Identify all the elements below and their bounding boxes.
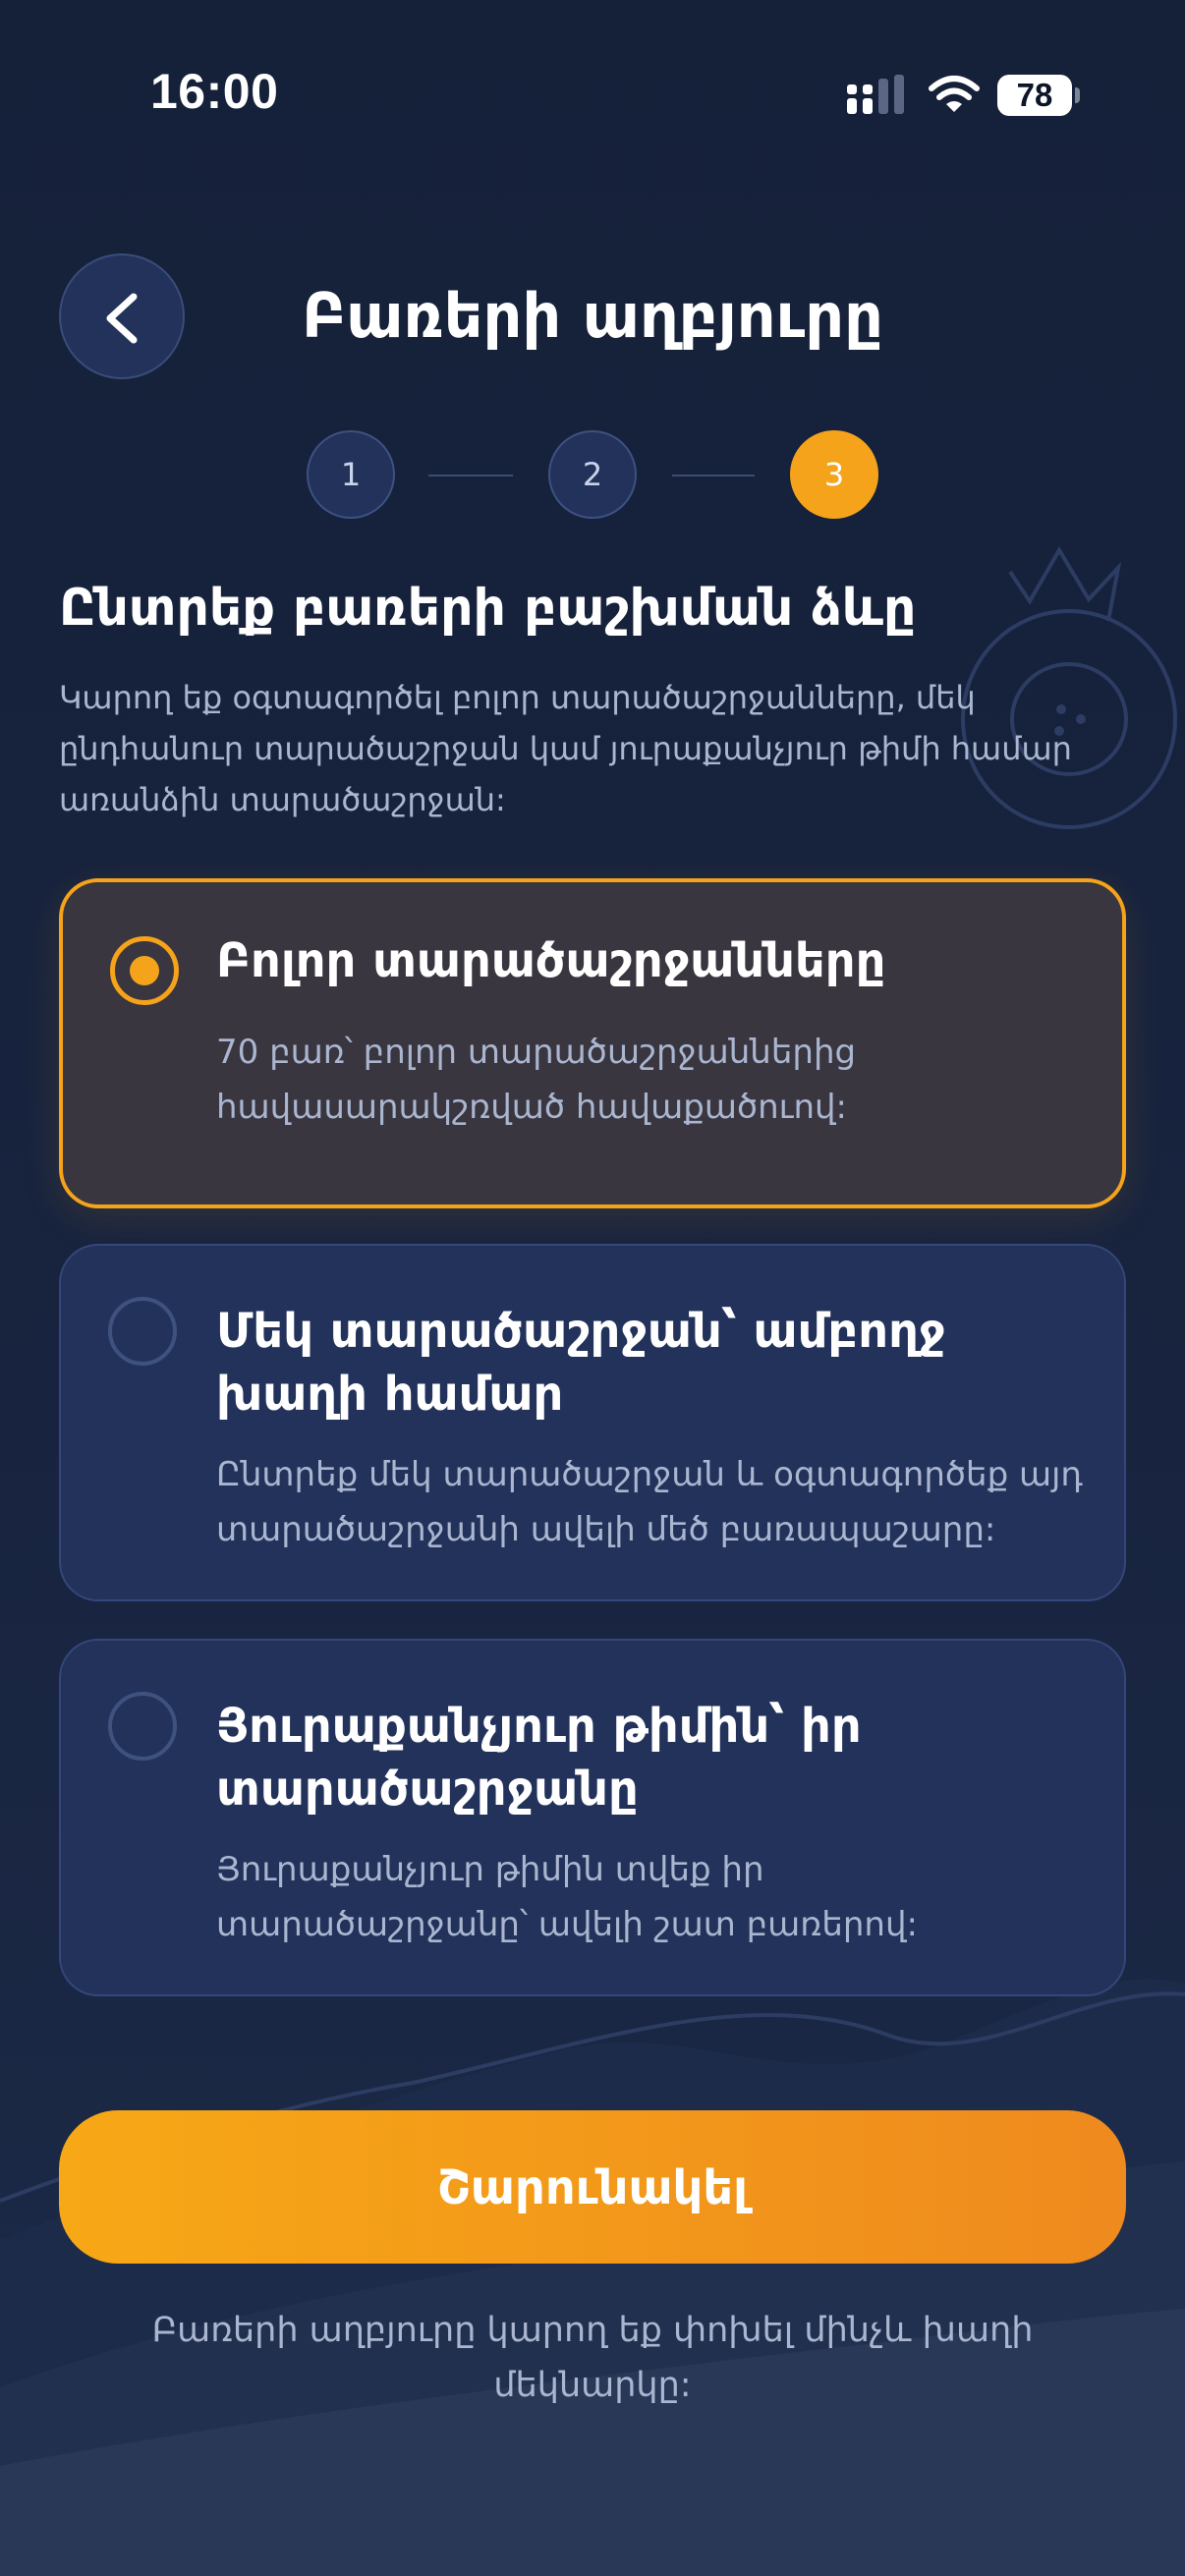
back-button[interactable] — [59, 253, 185, 379]
step-connector — [428, 475, 513, 476]
radio-button[interactable] — [108, 1297, 177, 1366]
signal-icon — [847, 75, 904, 114]
step-connector — [672, 475, 755, 476]
section-title: Ընտրեք բառերի բաշխման ձևը — [59, 579, 917, 638]
option-all-regions[interactable]: Բոլոր տարածաշրջանները 70 բառ՝ բոլոր տարա… — [59, 878, 1126, 1208]
footer-note: Բառերի աղբյուրը կարող եք փոխել մինչև խաղ… — [151, 2311, 1034, 2405]
step-indicator: 1 2 3 — [0, 430, 1185, 521]
step-1: 1 — [307, 430, 395, 519]
option-title: Յուրաքանչյուր թիմին՝ իր տարածաշրջանը — [216, 1699, 862, 1817]
battery-icon: 78 — [997, 75, 1080, 116]
option-description: Յուրաքանչյուր թիմին տվեք իր տարածաշրջանը… — [216, 1850, 918, 1944]
battery-level: 78 — [1016, 77, 1053, 113]
word-source-screen: 16:00 78 Բառերի աղբյուրը 1 2 3 Ընտրեք բա… — [0, 0, 1185, 2576]
step-2: 2 — [548, 430, 637, 519]
status-bar: 16:00 78 — [0, 0, 1185, 187]
status-time: 16:00 — [150, 64, 279, 119]
option-region-per-team[interactable]: Յուրաքանչյուր թիմին՝ իր տարածաշրջանը Յու… — [59, 1639, 1126, 1996]
radio-button-selected[interactable] — [110, 936, 179, 1005]
step-3-current: 3 — [790, 430, 878, 519]
option-single-region[interactable]: Մեկ տարածաշրջան՝ ամբողջ խաղի համար Ընտրե… — [59, 1244, 1126, 1601]
continue-button[interactable]: Շարունակել — [59, 2110, 1126, 2264]
option-title: Մեկ տարածաշրջան՝ ամբողջ խաղի համար — [216, 1304, 946, 1422]
option-title: Բոլոր տարածաշրջանները — [216, 933, 886, 988]
option-description: Ընտրեք մեկ տարածաշրջան և օգտագործեք այդ … — [216, 1455, 1083, 1549]
wifi-icon — [929, 76, 980, 112]
chevron-left-icon — [106, 293, 138, 344]
page-title: Բառերի աղբյուրը — [302, 280, 883, 352]
option-description: 70 բառ՝ բոլոր տարածաշրջաններից հավասարակ… — [216, 1033, 857, 1127]
radio-button[interactable] — [108, 1692, 177, 1761]
section-description: Կարող եք օգտագործել բոլոր տարածաշրջաններ… — [59, 679, 1072, 818]
